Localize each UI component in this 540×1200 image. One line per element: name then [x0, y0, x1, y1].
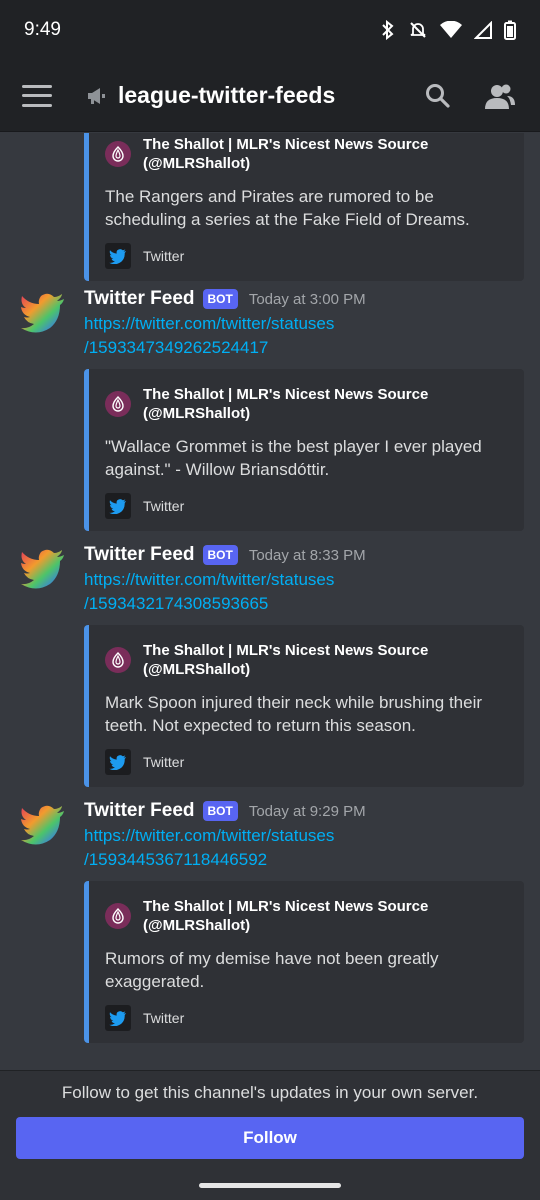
- bot-badge: BOT: [202, 545, 238, 565]
- channel-header: league-twitter-feeds: [0, 60, 540, 132]
- follow-bar: Follow to get this channel's updates in …: [0, 1070, 540, 1200]
- members-button[interactable]: [482, 78, 518, 114]
- tweet-embed[interactable]: The Shallot | MLR's Nicest News Source (…: [84, 369, 524, 531]
- twitter-icon: [105, 749, 131, 775]
- embed-footer: Twitter: [143, 754, 185, 770]
- tweet-link[interactable]: https://twitter.com/twitter/statuses /15…: [84, 824, 524, 872]
- tweet-link[interactable]: https://twitter.com/twitter/statuses /15…: [84, 312, 524, 360]
- tweet-link-line[interactable]: /1593347349262524417: [84, 336, 524, 360]
- battery-icon: [504, 20, 516, 40]
- follow-button[interactable]: Follow: [16, 1117, 524, 1159]
- channel-title: league-twitter-feeds: [118, 82, 336, 108]
- twitter-icon: [105, 1005, 131, 1031]
- embed-description: "Wallace Grommet is the best player I ev…: [105, 437, 482, 479]
- status-bar: 9:49: [0, 0, 540, 60]
- message-timestamp: Today at 3:00 PM: [248, 290, 366, 308]
- tweet-link-line[interactable]: https://twitter.com/twitter/statuses: [84, 312, 524, 336]
- search-button[interactable]: [420, 78, 456, 114]
- signal-icon: [474, 21, 492, 39]
- embed-footer: Twitter: [143, 498, 185, 514]
- embed-author[interactable]: The Shallot | MLR's Nicest News Source (…: [143, 641, 508, 679]
- onion-avatar-icon: [105, 391, 131, 417]
- twitter-icon: [105, 493, 131, 519]
- message-timestamp: Today at 9:29 PM: [248, 802, 366, 820]
- hamburger-menu-icon[interactable]: [22, 84, 52, 107]
- embed-description: Mark Spoon injured their neck while brus…: [105, 693, 483, 735]
- wifi-icon: [440, 21, 462, 38]
- tweet-embed[interactable]: The Shallot | MLR's Nicest News Source (…: [84, 625, 524, 787]
- search-icon: [426, 83, 450, 108]
- embed-footer: Twitter: [143, 1010, 185, 1026]
- message-author[interactable]: Twitter Feed: [84, 544, 195, 566]
- status-time: 9:49: [24, 19, 61, 40]
- message-timestamp: Today at 8:33 PM: [248, 546, 366, 564]
- bot-badge: BOT: [202, 801, 238, 821]
- tweet-link-line[interactable]: /1593432174308593665: [84, 592, 524, 616]
- tweet-link-line[interactable]: https://twitter.com/twitter/statuses: [84, 824, 524, 848]
- bluetooth-icon: [382, 20, 394, 40]
- tweet-link-line[interactable]: /1593445367118446592: [84, 848, 524, 872]
- bird-avatar-icon[interactable]: [20, 547, 66, 593]
- embed-author[interactable]: The Shallot | MLR's Nicest News Source (…: [143, 897, 508, 935]
- onion-avatar-icon: [105, 141, 131, 167]
- message-author[interactable]: Twitter Feed: [84, 800, 195, 822]
- embed-description: The Rangers and Pirates are rumored to b…: [105, 187, 470, 229]
- embed-author[interactable]: The Shallot | MLR's Nicest News Source (…: [143, 135, 508, 173]
- gesture-handle[interactable]: [199, 1183, 341, 1188]
- tweet-link[interactable]: https://twitter.com/twitter/statuses /15…: [84, 568, 524, 616]
- onion-avatar-icon: [105, 903, 131, 929]
- members-icon: [485, 84, 515, 109]
- embed-footer: Twitter: [143, 248, 185, 264]
- bird-avatar-icon[interactable]: [20, 291, 66, 337]
- message-list[interactable]: The Shallot | MLR's Nicest News Source (…: [0, 133, 540, 1070]
- twitter-icon: [105, 243, 131, 269]
- bot-badge: BOT: [202, 289, 238, 309]
- announcement-channel-icon: [88, 87, 105, 104]
- embed-author[interactable]: The Shallot | MLR's Nicest News Source (…: [143, 385, 508, 423]
- mute-icon: [410, 22, 426, 38]
- bird-avatar-icon[interactable]: [20, 803, 66, 849]
- tweet-link-line[interactable]: https://twitter.com/twitter/statuses: [84, 568, 524, 592]
- onion-avatar-icon: [105, 647, 131, 673]
- message-author[interactable]: Twitter Feed: [84, 288, 195, 310]
- tweet-embed[interactable]: The Shallot | MLR's Nicest News Source (…: [84, 133, 524, 281]
- embed-description: Rumors of my demise have not been greatl…: [105, 949, 439, 991]
- tweet-embed[interactable]: The Shallot | MLR's Nicest News Source (…: [84, 881, 524, 1043]
- follow-prompt: Follow to get this channel's updates in …: [61, 1083, 479, 1102]
